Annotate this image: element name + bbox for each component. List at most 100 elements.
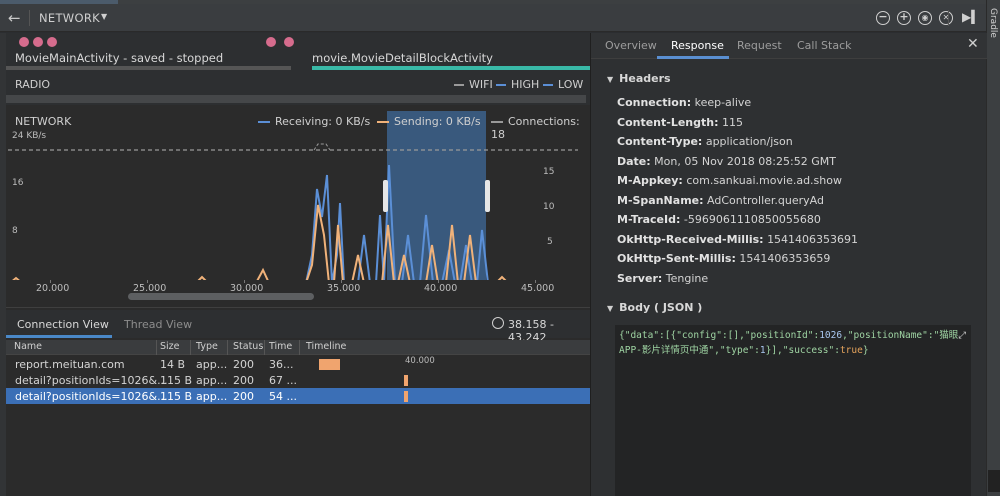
reset-zoom-icon[interactable]: ◉ [918,11,932,25]
header-row: M-Appkey: com.sankuai.movie.ad.show [617,174,842,187]
cell-type: app... [196,374,228,387]
activity-label[interactable]: movie.MovieDetailBlockActivity [312,51,493,65]
selection-handle-left[interactable] [383,180,388,212]
timeline-bar [404,391,408,402]
x-tick-label: 45.000 [521,283,555,294]
y-tick-right: 15 [543,167,555,177]
gradle-tool-tab[interactable]: Gradle [988,8,998,38]
tab-call-stack[interactable]: Call Stack [797,39,851,52]
legend-high: HIGH [496,78,539,91]
close-icon[interactable]: ✕ [967,36,979,52]
json-line: {"data":[{"config":[],"positionId":1026,… [619,330,966,341]
legend-receiving: Receiving: 0 KB/s [258,115,370,128]
cell-status: 200 [233,390,254,403]
tab-response[interactable]: Response [671,39,724,52]
cell-status: 200 [233,374,254,387]
connection-details-panel: Overview Response Request Call Stack ✕ ▼… [590,33,987,496]
tab-request[interactable]: Request [737,39,782,52]
legend-connections: Connections: 18 [491,115,580,141]
cell-time: 67 ... [269,374,297,387]
selection-handle-right[interactable] [485,180,490,212]
clock-icon [492,317,504,329]
legend-sending: Sending: 0 KB/s [377,115,481,128]
activity-lane: MovieMainActivity - saved - stopped movi… [6,33,594,77]
cell-name: report.meituan.com [15,358,125,371]
active-tab-underline [6,335,112,338]
col-name[interactable]: Name [14,341,42,352]
header-row: OkHttp-Sent-Millis: 1541406353659 [617,252,831,265]
activity-bar-active[interactable] [312,66,594,70]
tab-connection-view[interactable]: Connection View [17,318,109,331]
cell-time: 36... [269,358,294,371]
active-tab-underline [657,56,729,59]
event-dot[interactable] [266,37,276,47]
zoom-in-icon[interactable]: + [897,11,911,25]
json-body-view[interactable]: {"data":[{"config":[],"positionId":1026,… [615,325,971,496]
table-header: Name Size Type Status Time Timeline [6,340,590,355]
cell-size: 115 B [160,390,193,403]
toolbar-separator [948,10,949,26]
header-row: Content-Length: 115 [617,116,743,129]
event-dot[interactable] [33,37,43,47]
header-row: Content-Type: application/json [617,135,793,148]
radio-lane: RADIO WIFI HIGH LOW [6,77,590,105]
timeline-scrollbar[interactable] [128,293,314,300]
y-tick-left: 8 [12,226,18,236]
header-row: M-SpanName: AdController.queryAd [617,194,824,207]
cell-name: detail?positionIds=1026&... [15,374,168,387]
headers-section-title[interactable]: ▼ Headers [607,72,671,85]
connections-bump [313,143,331,151]
cell-size: 14 B [160,358,186,371]
network-chart-area: NETWORK Receiving: 0 KB/s Sending: 0 KB/… [6,105,590,297]
col-size[interactable]: Size [160,341,180,352]
cell-size: 115 B [160,374,193,387]
activity-bar[interactable] [6,66,291,70]
header-row: Date: Mon, 05 Nov 2018 08:25:52 GMT [617,155,836,168]
selection-range[interactable] [387,111,486,283]
header-row: Connection: keep-alive [617,96,752,109]
event-dot[interactable] [284,37,294,47]
back-arrow-icon[interactable]: ← [8,9,21,27]
tab-thread-view[interactable]: Thread View [124,318,192,331]
profiler-toolbar: ← NETWORK ▼ − + ◉ ✕ ▶▍ [0,4,986,32]
event-dot[interactable] [19,37,29,47]
table-row[interactable]: detail?positionIds=1026&... 115 B app...… [6,372,590,388]
legend-low: LOW [543,78,583,91]
table-row-selected[interactable]: detail?positionIds=1026&... 115 B app...… [6,388,590,404]
radio-state-track[interactable] [6,95,586,103]
attach-icon[interactable]: ✕ [939,11,953,25]
y-tick-right: 5 [547,237,553,247]
tool-window-button[interactable] [988,470,1000,492]
col-type[interactable]: Type [196,341,218,352]
tab-overview[interactable]: Overview [605,39,657,52]
toolbar-separator [29,10,30,26]
cell-time: 54 ... [269,390,297,403]
col-timeline[interactable]: Timeline [306,341,346,352]
col-time[interactable]: Time [269,341,292,352]
go-live-icon[interactable]: ▶▍ [962,10,980,24]
radio-label: RADIO [15,78,51,91]
x-tick-label: 20.000 [36,283,70,294]
network-label: NETWORK [15,115,72,128]
chevron-down-icon[interactable]: ▼ [101,12,107,21]
header-row: OkHttp-Received-Millis: 1541406353691 [617,233,859,246]
legend-wifi: WIFI [454,78,493,91]
zoom-out-icon[interactable]: − [876,11,890,25]
activity-label[interactable]: MovieMainActivity - saved - stopped [15,51,223,65]
y-tick-left: 24 KB/s [12,131,47,141]
json-line: APP-影片详情页中通","type":1}],"success":true} [619,345,869,356]
right-tool-strip: Gradle [986,0,1000,496]
profiler-title[interactable]: NETWORK [39,11,100,25]
x-tick-label: 35.000 [327,283,361,294]
table-row[interactable]: report.meituan.com 14 B app... 200 36... [6,356,590,372]
cell-status: 200 [233,358,254,371]
connection-tabs: Connection View Thread View 38.158 - 43.… [6,310,590,344]
details-tabs: Overview Response Request Call Stack ✕ [591,33,987,59]
timeline-bar [319,359,340,370]
col-status[interactable]: Status [233,341,263,352]
y-tick-right: 10 [543,202,555,212]
event-dot[interactable] [47,37,57,47]
y-tick-left: 16 [12,178,24,188]
body-section-title[interactable]: ▼ Body ( JSON ) [607,301,702,314]
cell-type: app... [196,358,228,371]
